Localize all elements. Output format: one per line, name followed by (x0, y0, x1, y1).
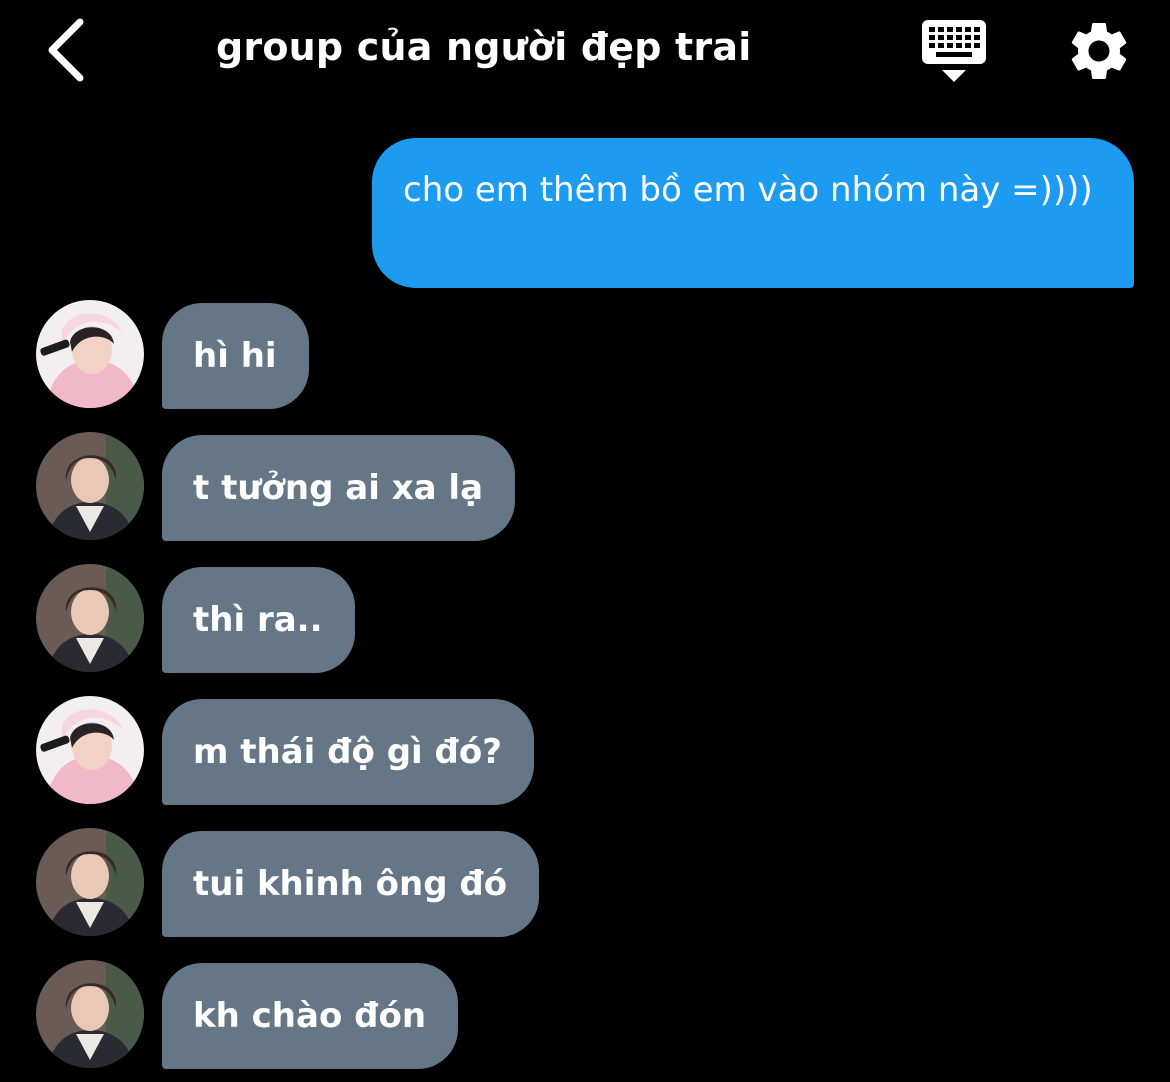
incoming-message-row: m thái độ gì đó? (0, 696, 1170, 805)
incoming-message-row: thì ra.. (0, 564, 1170, 673)
keyboard-icon (922, 20, 986, 82)
incoming-message-row: t tưởng ai xa lạ (0, 432, 1170, 541)
message-text: hì hi (193, 336, 277, 376)
avatar[interactable] (36, 300, 144, 408)
keyboard-button[interactable] (920, 18, 988, 84)
incoming-message-bubble[interactable]: hì hi (162, 303, 309, 409)
incoming-message-row: kh chào đón (0, 960, 1170, 1069)
avatar-curly-hair (36, 432, 144, 540)
avatar[interactable] (36, 828, 144, 936)
avatar-pink-hoodie (36, 300, 144, 408)
message-text: kh chào đón (193, 996, 427, 1036)
incoming-message-row: tui khinh ông đó (0, 828, 1170, 937)
incoming-message-bubble[interactable]: t tưởng ai xa lạ (162, 435, 516, 541)
message-text: thì ra.. (193, 600, 323, 640)
avatar[interactable] (36, 960, 144, 1068)
message-text: cho em thêm bồ em vào nhóm này =)))) (403, 170, 1093, 210)
settings-button[interactable] (1064, 16, 1134, 86)
chat-header: group của người đẹp trai (0, 0, 1170, 100)
avatar[interactable] (36, 564, 144, 672)
incoming-message-bubble[interactable]: tui khinh ông đó (162, 831, 540, 937)
incoming-message-bubble[interactable]: kh chào đón (162, 963, 459, 1069)
message-text: tui khinh ông đó (193, 864, 508, 904)
avatar[interactable] (36, 432, 144, 540)
chat-title: group của người đẹp trai (216, 25, 752, 69)
back-button[interactable] (36, 14, 96, 84)
message-text: m thái độ gì đó? (193, 732, 502, 772)
incoming-message-bubble[interactable]: m thái độ gì đó? (162, 699, 534, 805)
outgoing-message-bubble[interactable]: cho em thêm bồ em vào nhóm này =)))) (372, 138, 1134, 288)
avatar[interactable] (36, 696, 144, 804)
incoming-message-bubble[interactable]: thì ra.. (162, 567, 355, 673)
incoming-message-row: hì hi (0, 300, 1170, 409)
gear-icon (1071, 23, 1127, 79)
avatar-curly-hair (36, 960, 144, 1068)
avatar-curly-hair (36, 828, 144, 936)
message-text: t tưởng ai xa lạ (193, 468, 484, 508)
avatar-pink-hoodie (36, 696, 144, 804)
avatar-curly-hair (36, 564, 144, 672)
chevron-left-icon (48, 18, 84, 82)
